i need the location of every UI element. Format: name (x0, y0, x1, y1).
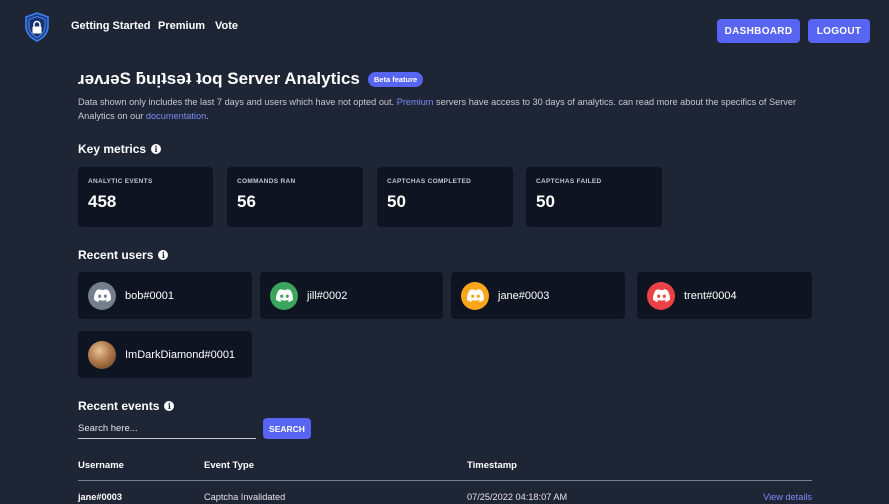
metric-label: COMMANDS RAN (237, 178, 296, 185)
recent-events-heading: Recent events i (78, 399, 175, 413)
nav-vote[interactable]: Vote (215, 20, 238, 32)
discord-avatar (270, 281, 298, 310)
info-icon[interactable]: i (151, 144, 162, 154)
recent-events-title: Recent events (78, 399, 160, 413)
discord-avatar (461, 281, 489, 310)
cell-username: jane#0003 (78, 492, 122, 502)
premium-link[interactable]: Premium (397, 97, 434, 107)
metric-label: CAPTCHAS FAILED (536, 178, 602, 185)
recent-users-title: Recent users (78, 248, 154, 262)
table-header-divider (78, 480, 812, 481)
user-card[interactable]: trent#0004 (637, 272, 812, 319)
column-header-event-type: Event Type (204, 460, 254, 471)
user-card[interactable]: jane#0003 (451, 272, 625, 319)
discord-avatar (647, 281, 675, 310)
dashboard-button[interactable]: DASHBOARD (717, 19, 800, 43)
nav-premium[interactable]: Premium (158, 20, 205, 32)
desc-text-1: Data shown only includes the last 7 days… (78, 97, 397, 107)
metric-captchas-failed: CAPTCHAS FAILED 50 (526, 167, 662, 227)
info-icon[interactable]: i (158, 250, 169, 260)
page-description: Data shown only includes the last 7 days… (78, 95, 818, 123)
user-name: trent#0004 (684, 289, 737, 302)
metric-value: 458 (88, 192, 117, 211)
search-button[interactable]: SEARCH (263, 418, 311, 439)
user-name: jane#0003 (498, 289, 550, 302)
user-name: bob#0001 (125, 289, 174, 302)
info-icon[interactable]: i (164, 401, 175, 411)
user-card[interactable]: ImDarkDiamond#0001 (78, 331, 252, 378)
metric-analytic-events: ANALYTIC EVENTS 458 (78, 167, 213, 227)
photo-avatar (88, 340, 116, 369)
key-metrics-heading: Key metrics i (78, 142, 162, 156)
user-name: ImDarkDiamond#0001 (125, 348, 236, 361)
logout-button[interactable]: LOGOUT (808, 19, 870, 43)
discord-icon (93, 289, 111, 302)
page-title-text: ɹǝʌɹǝS ƃuᴉʇsǝʇ ʇoq Server Analytics (78, 69, 360, 88)
recent-users-heading: Recent users i (78, 248, 169, 262)
metric-value: 50 (387, 192, 406, 211)
page-title: ɹǝʌɹǝS ƃuᴉʇsǝʇ ʇoq Server Analytics Beta… (78, 69, 424, 89)
metric-value: 56 (237, 192, 256, 211)
key-metrics-title: Key metrics (78, 142, 147, 156)
cell-timestamp: 07/25/2022 04:18:07 AM (467, 492, 568, 502)
cell-event-type: Captcha Invalidated (204, 492, 286, 502)
user-card[interactable]: bob#0001 (78, 272, 252, 319)
column-header-username: Username (78, 460, 124, 471)
beta-badge: Beta feature (367, 71, 424, 87)
metric-label: CAPTCHAS COMPLETED (387, 178, 472, 185)
discord-avatar (88, 281, 116, 310)
top-nav: Getting Started Premium Vote DASHBOARD L… (0, 0, 889, 60)
user-card[interactable]: jill#0002 (260, 272, 443, 319)
search-input[interactable] (78, 419, 256, 439)
metric-label: ANALYTIC EVENTS (88, 178, 153, 185)
user-name: jill#0002 (307, 289, 348, 302)
metric-value: 50 (536, 192, 555, 211)
nav-getting-started[interactable]: Getting Started (71, 20, 150, 32)
discord-icon (466, 289, 484, 302)
column-header-timestamp: Timestamp (467, 460, 517, 471)
view-details-link[interactable]: View details (763, 492, 812, 502)
discord-icon (652, 289, 670, 302)
metric-captchas-completed: CAPTCHAS COMPLETED 50 (377, 167, 513, 227)
desc-text-3: . (206, 111, 209, 121)
discord-icon (275, 289, 293, 302)
shield-lock-icon[interactable] (24, 12, 50, 42)
documentation-link[interactable]: documentation (146, 111, 206, 121)
metric-commands-ran: COMMANDS RAN 56 (227, 167, 363, 227)
